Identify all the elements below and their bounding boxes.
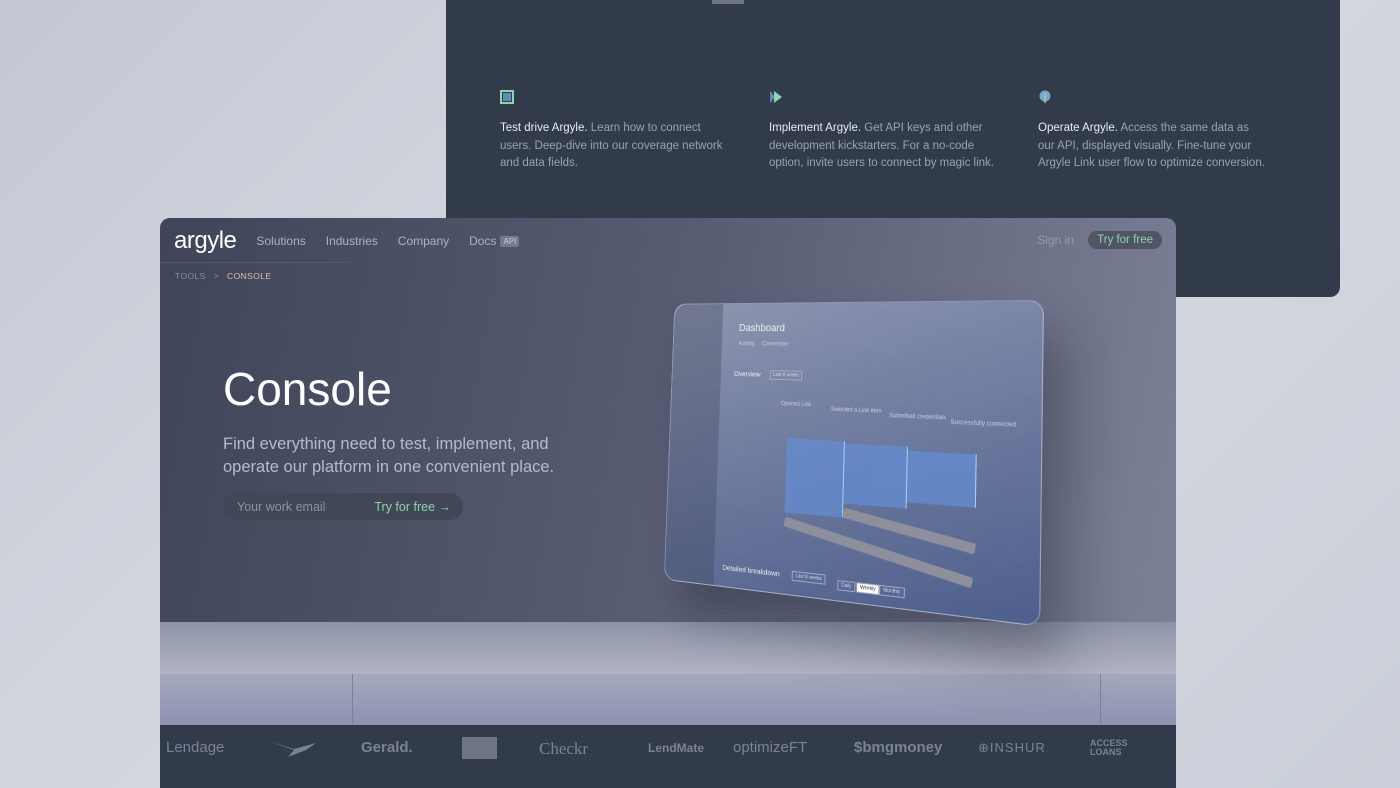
top-nav: argyle Solutions Industries Company Docs… xyxy=(160,218,1176,264)
mockup-sidebar xyxy=(664,304,724,585)
mockup-toggle: Weekly xyxy=(856,582,880,596)
mockup-step: Successfully connected xyxy=(950,419,1017,429)
nav-docs[interactable]: Docs xyxy=(469,234,496,248)
funnel-bar xyxy=(906,450,977,508)
logo-access-loans: ACCESS LOANS xyxy=(1090,738,1128,757)
balloon-icon xyxy=(1039,90,1051,103)
mockup-title: Dashboard xyxy=(738,322,786,335)
divider xyxy=(160,262,350,263)
funnel-bar xyxy=(784,438,845,518)
page-title: Console xyxy=(223,363,392,415)
try-free-button[interactable]: Try for free xyxy=(1088,231,1162,249)
logo-inshur: ⊕INSHUR xyxy=(978,740,1046,755)
console-page: argyle Solutions Industries Company Docs… xyxy=(160,218,1176,788)
stage-surface xyxy=(160,622,1176,676)
breadcrumb-console: CONSOLE xyxy=(227,271,272,281)
try-free-submit[interactable]: Try for free → xyxy=(374,500,451,514)
scroll-indicator xyxy=(712,0,744,4)
chevron-right-icon: > xyxy=(213,271,220,281)
argyle-logo[interactable]: argyle xyxy=(174,227,237,255)
logo-optimizeft: optimizeFT xyxy=(733,739,808,756)
email-input[interactable] xyxy=(237,499,357,514)
mockup-breakdown: Detailed breakdown xyxy=(722,562,780,579)
mockup-step: Submitted credentials xyxy=(889,413,947,422)
logo-bmgmoney: $bmgmoney xyxy=(854,739,943,756)
logo-gerald: Gerald. xyxy=(361,739,413,756)
dashboard-mockup: Dashboard Activity Conversion Overview L… xyxy=(663,299,1045,627)
feature-implement: Implement Argyle. Get API keys and other… xyxy=(769,90,999,173)
customer-logos: Lendage Gerald. Checkr LendMate optimize… xyxy=(160,725,1176,788)
nav-industries[interactable]: Industries xyxy=(326,234,378,248)
feature-test-drive: Test drive Argyle. Learn how to connect … xyxy=(500,90,730,173)
logo-lendmate: LendMate xyxy=(648,741,705,755)
logo-lendage: Lendage xyxy=(166,739,225,756)
mockup-overview: Overview xyxy=(733,369,761,379)
mockup-toggle: Monthly xyxy=(879,584,905,599)
breadcrumb-tools[interactable]: TOOLS xyxy=(175,271,206,281)
feature-operate: Operate Argyle. Access the same data as … xyxy=(1038,90,1268,173)
mockup-step: Opened Link xyxy=(780,401,812,409)
frame-icon xyxy=(500,90,514,104)
mockup-toggle: Daily xyxy=(837,579,856,593)
signup-form: Try for free → xyxy=(223,493,463,520)
funnel-bar xyxy=(843,443,908,509)
logo-checkr: Checkr xyxy=(539,739,589,758)
api-badge[interactable]: API xyxy=(500,235,520,247)
mockup-tab: Conversion xyxy=(762,341,789,348)
bird-logo-icon xyxy=(270,742,316,757)
nav-company[interactable]: Company xyxy=(398,234,449,248)
mockup-tab: Activity xyxy=(738,341,755,348)
hero-subtitle: Find everything need to test, implement,… xyxy=(223,435,555,476)
play-icon xyxy=(770,91,782,103)
mockup-range: Last 8 weeks xyxy=(791,570,826,585)
nav-solutions[interactable]: Solutions xyxy=(256,234,305,248)
mockup-range: Last 8 weeks xyxy=(769,370,803,381)
sign-in-link[interactable]: Sign in xyxy=(1037,233,1074,247)
mockup-step: Selected a Link item xyxy=(830,406,882,415)
mission-lane-logo-icon xyxy=(462,737,497,759)
stage-ledge xyxy=(160,674,1176,726)
breadcrumb: TOOLS > CONSOLE xyxy=(175,271,271,281)
